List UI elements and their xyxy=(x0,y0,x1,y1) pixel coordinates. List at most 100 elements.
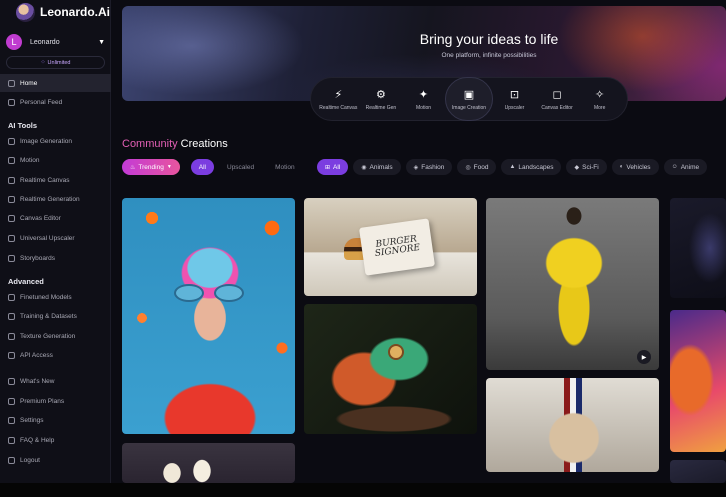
hero-title: Bring your ideas to life xyxy=(419,31,559,47)
category-vehicles[interactable]: ◐ Vehicles xyxy=(611,159,659,175)
tool-motion[interactable]: ✦ Motion xyxy=(402,88,445,111)
editor-icon xyxy=(8,214,15,222)
category-food[interactable]: ◎ Food xyxy=(457,159,497,175)
main-content: Bring your ideas to life One platform, i… xyxy=(111,0,726,483)
user-name: Leonardo xyxy=(30,38,60,46)
tool-label: Canvas Editor xyxy=(541,104,573,111)
tool-label: More xyxy=(593,104,606,111)
section-label-advanced: Advanced xyxy=(8,277,44,286)
tool-realtime-gen[interactable]: ⚙ Realtime Gen xyxy=(360,88,403,111)
sidebar-item-faq-help[interactable]: FAQ & Help xyxy=(0,431,111,449)
sidebar-item-image-generation[interactable]: Image Generation xyxy=(0,132,111,150)
category-fashion[interactable]: ◈ Fashion xyxy=(405,159,453,175)
tool-realtime-canvas[interactable]: ⚡ Realtime Canvas xyxy=(317,88,360,111)
type-tab-all[interactable]: All xyxy=(190,159,214,175)
food-icon: ◎ xyxy=(465,164,471,171)
gallery-image-burger-box[interactable]: BURGER SIGNORE xyxy=(304,198,477,296)
category-label: Landscapes xyxy=(518,163,554,171)
sidebar-item-whats-new[interactable]: What's New xyxy=(0,372,111,390)
sidebar-item-logout[interactable]: Logout xyxy=(0,451,111,469)
category-label: All xyxy=(333,163,341,171)
section-label-ai-tools: AI Tools xyxy=(8,121,38,130)
tool-more[interactable]: ✧ More xyxy=(578,88,621,111)
tool-label: Upscaler xyxy=(504,104,525,111)
chevron-down-icon: ▼ xyxy=(98,38,105,46)
gallery-image-partial-abstract[interactable] xyxy=(670,310,726,452)
play-icon[interactable]: ▶ xyxy=(637,350,651,364)
gallery-image-dessert[interactable] xyxy=(122,443,295,483)
sidebar-item-label: Realtime Generation xyxy=(20,195,80,203)
sidebar-item-label: Finetuned Models xyxy=(20,293,72,301)
sidebar-item-label: Training & Datasets xyxy=(20,312,77,320)
sidebar-item-personal-feed[interactable]: Personal Feed xyxy=(0,93,111,111)
sidebar-item-realtime-canvas[interactable]: Realtime Canvas xyxy=(0,171,111,189)
sort-label: Trending xyxy=(138,163,164,171)
tool-label: Realtime Gen xyxy=(365,104,397,111)
premium-icon xyxy=(8,397,15,405)
category-animals[interactable]: ◉ Animals xyxy=(353,159,401,175)
burger-box-shape: BURGER SIGNORE xyxy=(359,218,435,276)
anime-icon: ☺ xyxy=(671,164,678,170)
sidebar-item-label: API Access xyxy=(20,351,53,359)
sidebar-item-finetuned-models[interactable]: Finetuned Models xyxy=(0,288,111,306)
car-icon: ◐ xyxy=(619,164,624,170)
sidebar-item-home[interactable]: Home xyxy=(0,74,111,92)
fashion-icon: ◈ xyxy=(413,164,419,171)
category-sci-fi[interactable]: ◆ Sci-Fi xyxy=(566,159,607,175)
user-menu[interactable]: L Leonardo ▼ xyxy=(6,33,105,51)
avatar: L xyxy=(6,34,22,50)
settings-icon xyxy=(8,416,15,424)
image-icon: ▣ xyxy=(463,88,475,101)
category-landscapes[interactable]: ▲ Landscapes xyxy=(501,159,562,175)
sidebar-item-label: Storyboards xyxy=(20,254,56,262)
lightning-icon: ⚡ xyxy=(334,88,343,101)
sort-dropdown[interactable]: ♨ Trending ▼ xyxy=(122,159,180,175)
tool-image-creation[interactable]: ▣ Image Creation xyxy=(444,77,494,121)
type-tab-upscaled[interactable]: Upscaled xyxy=(219,159,262,175)
sidebar-item-texture-generation[interactable]: Texture Generation xyxy=(0,327,111,345)
category-label: Vehicles xyxy=(626,163,651,171)
plan-badge[interactable]: ⁘ Unlimited xyxy=(6,56,105,69)
tool-upscaler[interactable]: ⊡ Upscaler xyxy=(493,88,536,111)
sidebar-item-storyboards[interactable]: Storyboards xyxy=(0,249,111,267)
chameleon-eye-shape xyxy=(388,344,404,360)
tool-canvas-editor[interactable]: ◻ Canvas Editor xyxy=(536,88,579,111)
gallery-image-chameleon[interactable] xyxy=(304,304,477,434)
sidebar-item-universal-upscaler[interactable]: Universal Upscaler xyxy=(0,229,111,247)
sidebar-item-training-datasets[interactable]: Training & Datasets xyxy=(0,307,111,325)
category-anime[interactable]: ☺ Anime xyxy=(663,159,708,175)
canvas-icon xyxy=(8,176,15,184)
gallery-image-pink-hair-portrait[interactable] xyxy=(122,198,295,434)
sidebar-item-canvas-editor[interactable]: Canvas Editor xyxy=(0,209,111,227)
logo[interactable]: Leonardo.Ai xyxy=(16,2,110,22)
sidebar-item-label: Realtime Canvas xyxy=(20,176,70,184)
sidebar-item-label: Logout xyxy=(20,456,40,464)
logout-icon xyxy=(8,456,15,464)
upscaler-icon xyxy=(8,234,15,242)
sidebar-item-premium-plans[interactable]: Premium Plans xyxy=(0,392,111,410)
category-label: Anime xyxy=(680,163,700,171)
sidebar-item-label: Settings xyxy=(20,416,44,424)
sidebar-item-api-access[interactable]: API Access xyxy=(0,346,111,364)
gallery-image-partial-top[interactable] xyxy=(670,198,726,298)
help-icon xyxy=(8,436,15,444)
scifi-icon: ◆ xyxy=(574,164,580,171)
sidebar-item-realtime-generation[interactable]: Realtime Generation xyxy=(0,190,111,208)
flame-icon: ♨ xyxy=(130,164,136,171)
sidebar-item-label: Canvas Editor xyxy=(20,214,61,222)
logo-mark-icon xyxy=(16,2,35,22)
sidebar-item-label: Motion xyxy=(20,156,40,164)
mountain-icon: ▲ xyxy=(509,164,516,170)
sidebar-item-settings[interactable]: Settings xyxy=(0,411,111,429)
type-tab-motion[interactable]: Motion xyxy=(267,159,303,175)
gallery-image-partial-bottom[interactable] xyxy=(670,460,726,483)
section-title: Community Creations xyxy=(122,138,228,150)
gallery-image-handbag[interactable] xyxy=(486,378,659,472)
sidebar-item-motion[interactable]: Motion xyxy=(0,151,111,169)
upscaler-icon: ⊡ xyxy=(509,88,520,101)
category-all[interactable]: ⊞ All xyxy=(317,159,349,175)
section-title-rest: Creations xyxy=(177,138,228,150)
storyboard-icon xyxy=(8,254,15,262)
tool-label: Image Creation xyxy=(451,104,487,111)
gallery-image-yellow-suit[interactable]: ▶ xyxy=(486,198,659,370)
